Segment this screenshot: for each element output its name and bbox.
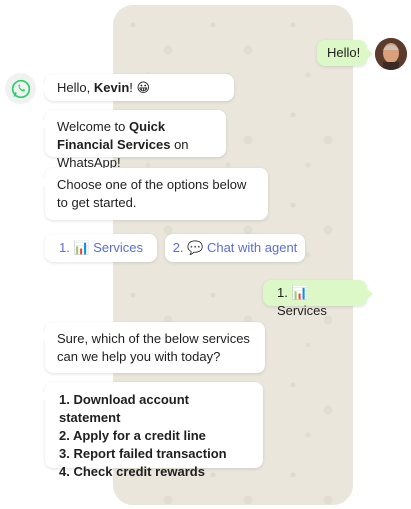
message-text: Choose one of the options below to get s… xyxy=(57,177,247,210)
message-selected-outgoing: 1. 📊 Services xyxy=(263,280,373,318)
message-services-list: 1. Download account statement 2. Apply f… xyxy=(39,382,263,479)
list-item: 1. Download account statement xyxy=(59,392,190,425)
list-item: 2. Apply for a credit line xyxy=(59,428,206,443)
message-text: Sure, which of the below services can we… xyxy=(57,331,250,364)
greeting-prefix: Hello, xyxy=(57,80,94,95)
whatsapp-icon xyxy=(5,73,36,104)
message-choose: Choose one of the options below to get s… xyxy=(39,168,268,220)
greeting-suffix: ! 😀 xyxy=(129,80,151,95)
message-sure: Sure, which of the below services can we… xyxy=(39,322,265,373)
message-hello-outgoing: Hello! xyxy=(317,40,373,66)
message-text: Hello! xyxy=(327,45,361,60)
list-item: 4. Check credit rewards xyxy=(59,464,205,479)
message-text: 1. 📊 Services xyxy=(277,285,327,318)
welcome-prefix: Welcome to xyxy=(57,119,130,134)
avatar xyxy=(375,38,407,70)
message-greeting: Hello, Kevin! 😀 xyxy=(39,74,234,101)
option-services-button[interactable]: 1. 📊 Services xyxy=(45,234,157,262)
greeting-name: Kevin xyxy=(93,80,130,95)
option-chat-agent-button[interactable]: 2. 💬 Chat with agent xyxy=(165,234,305,262)
list-item: 3. Report failed transaction xyxy=(59,446,227,461)
option-label: 1. 📊 Services xyxy=(58,240,144,255)
option-label: 2. 💬 Chat with agent xyxy=(172,240,298,255)
message-welcome: Welcome to Quick Financial Services on W… xyxy=(39,110,226,170)
services-list: 1. Download account statement 2. Apply f… xyxy=(59,391,249,481)
